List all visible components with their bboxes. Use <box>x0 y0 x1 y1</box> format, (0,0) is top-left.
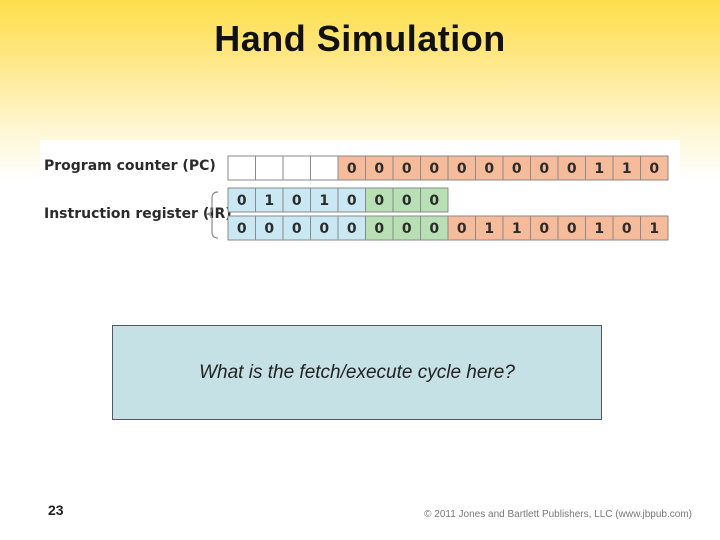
ir-r2-bit: 0 <box>622 221 632 237</box>
pc-cell <box>228 156 256 180</box>
pc-cell <box>256 156 284 180</box>
pc-bit: 1 <box>622 161 632 177</box>
ir-r1-bit: 0 <box>347 193 357 209</box>
pc-bit: 0 <box>649 161 659 177</box>
pc-bit: 0 <box>429 161 439 177</box>
ir-r1-bit: 1 <box>319 193 329 209</box>
ir-r1-bit: 0 <box>374 193 384 209</box>
pc-bit: 0 <box>374 161 384 177</box>
ir-r2-bit: 0 <box>264 221 274 237</box>
pc-bit: 0 <box>402 161 412 177</box>
question-box: What is the fetch/execute cycle here? <box>112 325 602 420</box>
pc-bit: 1 <box>594 161 604 177</box>
pc-label: Program counter (PC) <box>44 158 216 174</box>
ir-r2-bit: 0 <box>567 221 577 237</box>
ir-r2-bit: 0 <box>539 221 549 237</box>
ir-r2-bit: 1 <box>649 221 659 237</box>
ir-r2-bit: 0 <box>347 221 357 237</box>
ir-r1-bit: 0 <box>402 193 412 209</box>
pc-bit: 0 <box>512 161 522 177</box>
pc-bit: 0 <box>539 161 549 177</box>
register-diagram: Program counter (PC) Instruction registe… <box>40 140 680 270</box>
ir-r2-bit: 1 <box>512 221 522 237</box>
pc-cell <box>283 156 311 180</box>
ir-r2-bit: 0 <box>237 221 247 237</box>
ir-r1-bit: 0 <box>429 193 439 209</box>
ir-r2-bit: 1 <box>594 221 604 237</box>
copyright: © 2011 Jones and Bartlett Publishers, LL… <box>424 509 692 520</box>
pc-bit: 0 <box>457 161 467 177</box>
ir-r2-bit: 1 <box>484 221 494 237</box>
page-number: 23 <box>48 502 64 518</box>
ir-r2-bit: 0 <box>402 221 412 237</box>
pc-bit: 0 <box>484 161 494 177</box>
page-title: Hand Simulation <box>0 18 720 60</box>
ir-r2-bit: 0 <box>292 221 302 237</box>
pc-bit: 0 <box>347 161 357 177</box>
pc-bit: 0 <box>567 161 577 177</box>
question-text: What is the fetch/execute cycle here? <box>199 362 515 384</box>
ir-r2-bit: 0 <box>457 221 467 237</box>
ir-r2-bit: 0 <box>319 221 329 237</box>
ir-r2-bit: 0 <box>429 221 439 237</box>
ir-r1-bit: 0 <box>292 193 302 209</box>
ir-r1-bit: 0 <box>237 193 247 209</box>
ir-r2-bit: 0 <box>374 221 384 237</box>
pc-cell <box>311 156 339 180</box>
ir-label: Instruction register (IR) <box>44 206 232 222</box>
ir-r1-bit: 1 <box>264 193 274 209</box>
